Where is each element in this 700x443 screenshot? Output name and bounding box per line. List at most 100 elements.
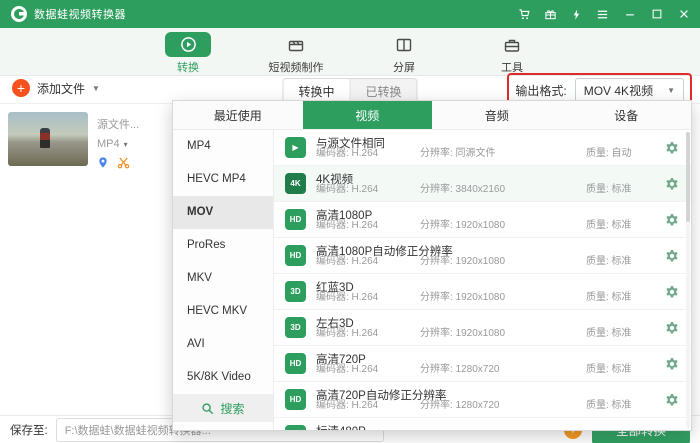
- pin-icon[interactable]: [97, 156, 109, 169]
- file-format-value: MP4: [97, 138, 120, 150]
- search-icon: [201, 402, 214, 415]
- format-sidebar: MP4 HEVC MP4 MOV ProRes MKV HEVC MKV AVI…: [173, 130, 274, 430]
- format-resolution: 分辨率: 1280x720: [420, 360, 500, 375]
- short-video-icon: [273, 32, 319, 57]
- gift-icon[interactable]: [544, 8, 557, 21]
- format-resolution: 分辨率: 1920x1080: [420, 324, 505, 339]
- titlebar-actions: [518, 8, 690, 21]
- tab-audio[interactable]: 音频: [432, 101, 562, 129]
- format-badge-icon: 3D: [285, 317, 306, 338]
- format-options-list: ▶ 与源文件相同 编码器: H.264 分辨率: 同源文件 质量: 自动 4K …: [274, 130, 691, 430]
- format-badge-icon: 3D: [285, 281, 306, 302]
- source-file-label: 源文件...: [97, 116, 139, 132]
- chevron-down-icon: ▼: [92, 84, 100, 93]
- thumbnail-figure: [40, 128, 50, 148]
- tab-convert-label: 转换: [177, 59, 199, 75]
- format-encoder: 编码器: H.264: [316, 288, 378, 303]
- split-screen-icon: [381, 32, 427, 57]
- scrollbar-track[interactable]: [686, 132, 690, 428]
- format-resolution: 分辨率: 同源文件: [420, 144, 496, 159]
- format-badge-icon: 4K: [285, 173, 306, 194]
- format-quality: 质量: 标准: [586, 180, 632, 195]
- format-option-row[interactable]: SD 标清480P: [274, 418, 691, 430]
- output-format-value: MOV 4K视频: [584, 82, 653, 99]
- settings-gear-icon[interactable]: [665, 393, 679, 407]
- format-option-row[interactable]: HD 高清720P 编码器: H.264 分辨率: 1280x720 质量: 标…: [274, 346, 691, 382]
- scrollbar-thumb[interactable]: [686, 132, 690, 222]
- sidebar-item-mov[interactable]: MOV: [173, 196, 273, 229]
- format-option-row[interactable]: HD 高清1080P 编码器: H.264 分辨率: 1920x1080 质量:…: [274, 202, 691, 238]
- sidebar-item-prores[interactable]: ProRes: [173, 229, 273, 262]
- tab-recent[interactable]: 最近使用: [173, 101, 303, 129]
- format-option-row[interactable]: HD 高清1080P自动修正分辨率 编码器: H.264 分辨率: 1920x1…: [274, 238, 691, 274]
- file-format-dropdown[interactable]: MP4 ▾: [97, 138, 139, 150]
- tab-video[interactable]: 视频: [303, 101, 433, 129]
- settings-gear-icon[interactable]: [665, 357, 679, 371]
- lightning-icon[interactable]: [570, 8, 583, 21]
- output-format-label: 输出格式:: [515, 82, 566, 99]
- toolbox-icon: [489, 32, 535, 57]
- format-badge-icon: HD: [285, 353, 306, 374]
- file-list-item[interactable]: 源文件... MP4 ▾: [8, 112, 139, 169]
- format-title: 标清480P: [316, 423, 366, 430]
- sidebar-item-5k8k[interactable]: 5K/8K Video: [173, 361, 273, 394]
- format-search-button[interactable]: 搜索: [173, 394, 273, 422]
- sidebar-item-hevc-mkv[interactable]: HEVC MKV: [173, 295, 273, 328]
- format-badge-icon: HD: [285, 389, 306, 410]
- format-option-row[interactable]: ▶ 与源文件相同 编码器: H.264 分辨率: 同源文件 质量: 自动: [274, 130, 691, 166]
- format-encoder: 编码器: H.264: [316, 144, 378, 159]
- format-option-row[interactable]: 3D 红蓝3D 编码器: H.264 分辨率: 1920x1080 质量: 标准: [274, 274, 691, 310]
- format-badge-icon: HD: [285, 209, 306, 230]
- format-resolution: 分辨率: 1920x1080: [420, 288, 505, 303]
- menu-icon[interactable]: [596, 8, 609, 21]
- format-encoder: 编码器: H.264: [316, 360, 378, 375]
- search-label: 搜索: [220, 400, 244, 417]
- titlebar: 数据蛙视频转换器: [0, 0, 700, 28]
- maximize-button[interactable]: [651, 8, 663, 20]
- app-window: 数据蛙视频转换器: [0, 0, 700, 443]
- format-option-row[interactable]: 3D 左右3D 编码器: H.264 分辨率: 1920x1080 质量: 标准: [274, 310, 691, 346]
- sidebar-item-avi[interactable]: AVI: [173, 328, 273, 361]
- save-to-label: 保存至:: [10, 422, 48, 438]
- settings-gear-icon[interactable]: [665, 321, 679, 335]
- format-quality: 质量: 标准: [586, 252, 632, 267]
- format-badge-icon: ▶: [285, 137, 306, 158]
- tab-tools[interactable]: 工具: [473, 28, 551, 75]
- settings-gear-icon[interactable]: [665, 249, 679, 263]
- format-panel-body: MP4 HEVC MP4 MOV ProRes MKV HEVC MKV AVI…: [173, 130, 691, 430]
- settings-gear-icon[interactable]: [665, 141, 679, 155]
- file-item-actions: [97, 156, 139, 169]
- format-quality: 质量: 标准: [586, 324, 632, 339]
- format-option-row[interactable]: HD 高清720P自动修正分辨率 编码器: H.264 分辨率: 1280x72…: [274, 382, 691, 418]
- app-logo-icon: [10, 5, 28, 23]
- tab-short-video-label: 短视频制作: [269, 59, 324, 75]
- add-file-label: 添加文件: [37, 80, 85, 97]
- format-quality: 质量: 标准: [586, 396, 632, 411]
- tab-device[interactable]: 设备: [562, 101, 692, 129]
- tab-short-video[interactable]: 短视频制作: [257, 28, 335, 75]
- format-panel-tabs: 最近使用 视频 音频 设备: [173, 101, 691, 130]
- settings-gear-icon[interactable]: [665, 213, 679, 227]
- sidebar-item-mkv[interactable]: MKV: [173, 262, 273, 295]
- cart-icon[interactable]: [518, 8, 531, 21]
- tab-split-screen[interactable]: 分屏: [365, 28, 443, 75]
- format-quality: 质量: 自动: [586, 144, 632, 159]
- tab-convert[interactable]: 转换: [149, 28, 227, 75]
- sidebar-item-mp4[interactable]: MP4: [173, 130, 273, 163]
- format-resolution: 分辨率: 1920x1080: [420, 252, 505, 267]
- format-encoder: 编码器: H.264: [316, 216, 378, 231]
- minimize-button[interactable]: [624, 8, 636, 20]
- add-file-button[interactable]: + 添加文件 ▼: [12, 79, 100, 97]
- close-button[interactable]: [678, 8, 690, 20]
- settings-gear-icon[interactable]: [665, 285, 679, 299]
- scissors-icon[interactable]: [117, 156, 130, 169]
- sidebar-item-hevc-mp4[interactable]: HEVC MP4: [173, 163, 273, 196]
- format-quality: 质量: 标准: [586, 288, 632, 303]
- tab-split-screen-label: 分屏: [393, 59, 415, 75]
- format-option-row[interactable]: 4K 4K视频 编码器: H.264 分辨率: 3840x2160 质量: 标准: [274, 166, 691, 202]
- app-title: 数据蛙视频转换器: [34, 6, 126, 22]
- format-encoder: 编码器: H.264: [316, 324, 378, 339]
- chevron-down-icon: ▼: [667, 86, 675, 95]
- settings-gear-icon[interactable]: [665, 177, 679, 191]
- plus-icon: +: [12, 79, 30, 97]
